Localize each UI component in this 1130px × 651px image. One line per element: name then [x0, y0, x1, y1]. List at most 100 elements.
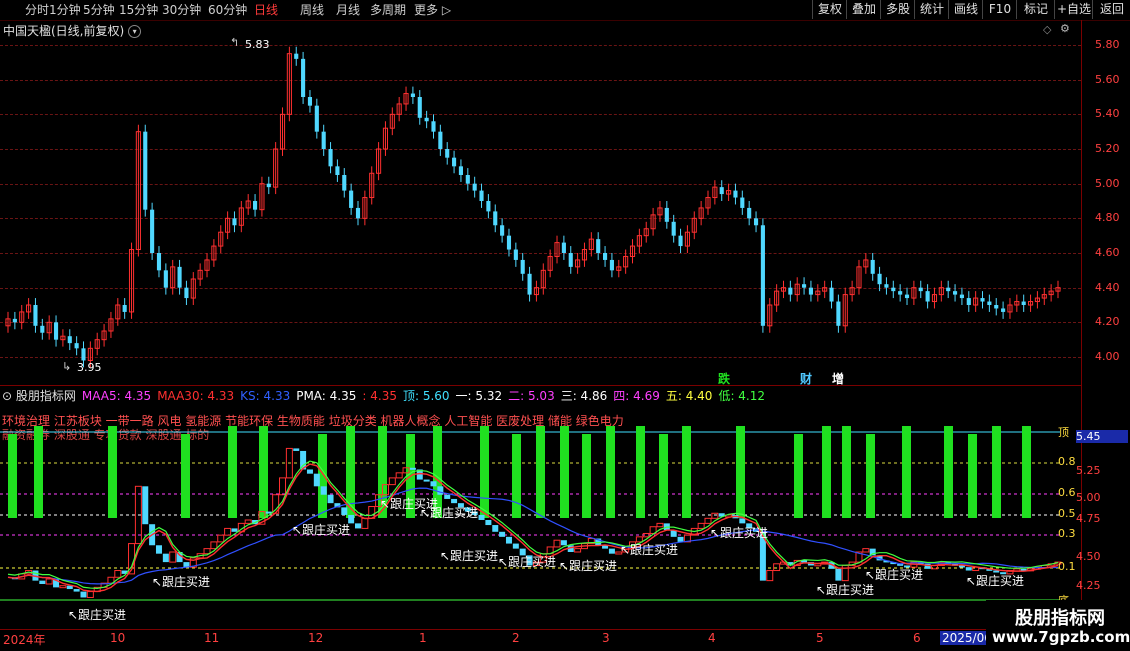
toolbar-button-4[interactable]: 画线 [948, 0, 983, 19]
candle [486, 194, 491, 219]
candle [733, 183, 738, 205]
period-tab-4[interactable]: 30分钟 [162, 2, 201, 18]
candle [465, 168, 470, 191]
candle-body [603, 253, 608, 260]
candle-body [561, 242, 566, 253]
candle-body [307, 97, 313, 106]
signal-bar-13 [536, 426, 545, 518]
candle-body [81, 348, 86, 361]
indicator-step [656, 522, 664, 528]
period-tab-1[interactable]: 1分钟 [49, 2, 81, 18]
candle [815, 284, 821, 302]
period-tab-7[interactable]: 周线 [300, 2, 324, 18]
candle [726, 183, 732, 201]
date-label-0: 2024年 [3, 633, 46, 647]
period-tab-2[interactable]: 5分钟 [83, 2, 115, 18]
candle [657, 201, 663, 222]
signal-bar-27 [968, 434, 977, 518]
candle-body [609, 259, 614, 271]
indicator-chart[interactable] [0, 415, 1130, 629]
indicator-value-1: MAA30: 4.33 [157, 389, 235, 403]
candle [1041, 287, 1047, 305]
indicator-step [409, 467, 416, 470]
candle-body [994, 305, 999, 309]
indicator-step [560, 540, 567, 546]
watermark-url: www.7gpzb.com [992, 628, 1130, 646]
indicator-step [677, 536, 684, 542]
candle-body [150, 209, 155, 253]
candle-body [493, 211, 498, 226]
candle [5, 311, 11, 333]
candle [410, 86, 415, 104]
candle [307, 90, 313, 113]
date-label-9: 6 [913, 631, 921, 645]
signal-bar-19 [682, 426, 691, 518]
indicator-step [293, 448, 300, 451]
indicator-step [388, 477, 396, 486]
signal-bar-22 [822, 426, 831, 518]
candle-body [877, 273, 882, 285]
candle [822, 280, 828, 299]
candle [931, 287, 938, 309]
indicator-step [499, 531, 506, 537]
toolbar-button-2[interactable]: 多股 [880, 0, 915, 19]
candle [403, 86, 409, 111]
candle [328, 142, 333, 174]
toolbar-button-1[interactable]: 叠加 [846, 0, 881, 19]
toolbar-button-8[interactable]: 返回 [1092, 0, 1130, 19]
indicator-name[interactable]: ⊙ 股朋指标网 [2, 389, 76, 403]
period-tab-8[interactable]: 月线 [336, 2, 360, 18]
candle [115, 298, 121, 326]
period-tab-3[interactable]: 15分钟 [119, 2, 158, 18]
indicator-axis-tick-4: 4.50 [1076, 550, 1101, 563]
candle [506, 228, 512, 257]
period-tab-6[interactable]: 日线 [254, 2, 278, 18]
toolbar-button-7[interactable]: +自选 [1054, 0, 1093, 19]
candle [953, 284, 958, 302]
candle [150, 202, 155, 260]
toolbar-button-6[interactable]: 标记 [1016, 0, 1055, 19]
indicator-step [279, 477, 287, 496]
candle [94, 332, 100, 356]
period-tab-9[interactable]: 多周期 [370, 2, 406, 18]
period-tab-0[interactable]: 分时 [25, 2, 49, 18]
candle-body [184, 287, 189, 299]
candle [60, 329, 66, 347]
indicator-step [320, 486, 327, 495]
indicator-step [59, 585, 67, 589]
candle-body [664, 207, 669, 222]
indicator-axis-tick-3: 4.75 [1076, 512, 1101, 525]
toolbar-button-0[interactable]: 复权 [812, 0, 847, 19]
indicator-step [203, 548, 211, 555]
candle-body [740, 197, 745, 208]
indicator-step [553, 539, 561, 548]
candle [808, 280, 813, 302]
candle [1001, 301, 1006, 319]
candle [966, 291, 971, 312]
price-tick-0: 5.80 [1095, 38, 1120, 51]
buy-signal-7: ↖跟庄买进 [559, 559, 618, 573]
candle-body [966, 298, 971, 305]
period-tab-10[interactable]: 更多 ▷ [414, 2, 451, 18]
toolbar-button-3[interactable]: 统计 [914, 0, 949, 19]
toolbar-button-5[interactable]: F10 [982, 0, 1017, 19]
indicator-value-10: 五: 4.40 [665, 389, 713, 403]
candle [794, 277, 800, 302]
price-tick-5: 4.80 [1095, 211, 1120, 225]
buy-signal-11: ↖跟庄买进 [865, 568, 924, 582]
candle [877, 266, 882, 292]
candlestick-chart[interactable] [0, 20, 1081, 385]
candle-body [980, 298, 985, 302]
candle-body [156, 253, 162, 271]
candle [67, 329, 72, 351]
candle-body [163, 270, 168, 288]
period-tab-5[interactable]: 60分钟 [208, 2, 247, 18]
candle [987, 294, 992, 312]
candle [12, 311, 17, 330]
indicator-step [451, 498, 458, 504]
candle-body [12, 318, 17, 323]
candle [513, 242, 518, 267]
candle [170, 259, 176, 295]
candle [712, 180, 718, 205]
indicator-step [224, 527, 232, 536]
